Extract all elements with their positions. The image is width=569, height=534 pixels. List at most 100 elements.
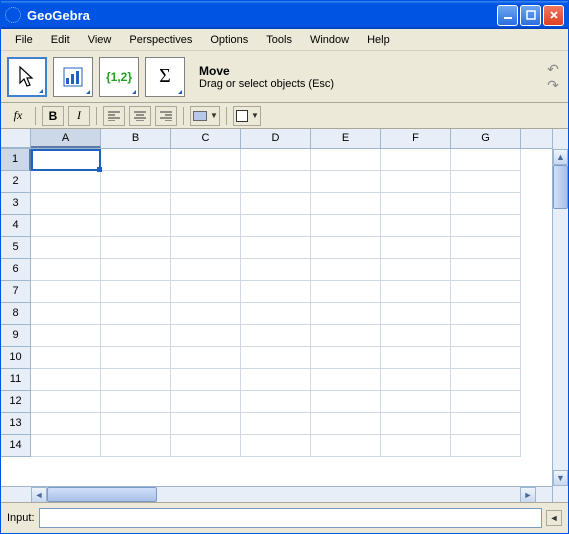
cell-C5[interactable] bbox=[171, 237, 241, 259]
scroll-left-button[interactable]: ◄ bbox=[31, 487, 47, 502]
tool-sum[interactable]: Σ bbox=[145, 57, 185, 97]
redo-button[interactable]: ↷ bbox=[544, 78, 562, 92]
bold-button[interactable]: B bbox=[42, 106, 64, 126]
cell-A12[interactable] bbox=[31, 391, 101, 413]
cell-C2[interactable] bbox=[171, 171, 241, 193]
column-header-e[interactable]: E bbox=[311, 129, 381, 148]
align-right-button[interactable] bbox=[155, 106, 177, 126]
border-button[interactable]: ▼ bbox=[233, 106, 261, 126]
cell-F10[interactable] bbox=[381, 347, 451, 369]
menu-tools[interactable]: Tools bbox=[258, 32, 300, 48]
cell-A7[interactable] bbox=[31, 281, 101, 303]
cell-F5[interactable] bbox=[381, 237, 451, 259]
cell-D3[interactable] bbox=[241, 193, 311, 215]
row-header-8[interactable]: 8 bbox=[1, 303, 31, 325]
cell-F4[interactable] bbox=[381, 215, 451, 237]
maximize-button[interactable] bbox=[520, 5, 541, 26]
column-header-g[interactable]: G bbox=[451, 129, 521, 148]
align-center-button[interactable] bbox=[129, 106, 151, 126]
cell-G7[interactable] bbox=[451, 281, 521, 303]
cell-D1[interactable] bbox=[241, 149, 311, 171]
cell-A3[interactable] bbox=[31, 193, 101, 215]
cell-C9[interactable] bbox=[171, 325, 241, 347]
cell-G5[interactable] bbox=[451, 237, 521, 259]
cell-D7[interactable] bbox=[241, 281, 311, 303]
cell-A6[interactable] bbox=[31, 259, 101, 281]
cell-E12[interactable] bbox=[311, 391, 381, 413]
cell-D13[interactable] bbox=[241, 413, 311, 435]
cell-G4[interactable] bbox=[451, 215, 521, 237]
cell-E1[interactable] bbox=[311, 149, 381, 171]
cell-F12[interactable] bbox=[381, 391, 451, 413]
cell-A11[interactable] bbox=[31, 369, 101, 391]
cell-G14[interactable] bbox=[451, 435, 521, 457]
cell-C12[interactable] bbox=[171, 391, 241, 413]
cell-B2[interactable] bbox=[101, 171, 171, 193]
cell-C3[interactable] bbox=[171, 193, 241, 215]
cell-F3[interactable] bbox=[381, 193, 451, 215]
cell-G13[interactable] bbox=[451, 413, 521, 435]
cell-A13[interactable] bbox=[31, 413, 101, 435]
cell-B8[interactable] bbox=[101, 303, 171, 325]
cell-B9[interactable] bbox=[101, 325, 171, 347]
cell-D12[interactable] bbox=[241, 391, 311, 413]
cell-A14[interactable] bbox=[31, 435, 101, 457]
tool-chart[interactable] bbox=[53, 57, 93, 97]
cell-B5[interactable] bbox=[101, 237, 171, 259]
scroll-up-button[interactable]: ▲ bbox=[553, 149, 568, 165]
row-header-12[interactable]: 12 bbox=[1, 391, 31, 413]
row-header-14[interactable]: 14 bbox=[1, 435, 31, 457]
cell-G10[interactable] bbox=[451, 347, 521, 369]
cell-B13[interactable] bbox=[101, 413, 171, 435]
fill-color-button[interactable]: ▼ bbox=[190, 106, 220, 126]
input-history-button[interactable]: ◄ bbox=[546, 510, 562, 526]
menu-perspectives[interactable]: Perspectives bbox=[121, 32, 200, 48]
cell-E7[interactable] bbox=[311, 281, 381, 303]
column-header-d[interactable]: D bbox=[241, 129, 311, 148]
menu-view[interactable]: View bbox=[80, 32, 120, 48]
cell-B14[interactable] bbox=[101, 435, 171, 457]
minimize-button[interactable] bbox=[497, 5, 518, 26]
close-button[interactable] bbox=[543, 5, 564, 26]
scroll-right-button[interactable]: ► bbox=[520, 487, 536, 502]
vertical-scroll-track[interactable] bbox=[553, 165, 568, 470]
row-header-5[interactable]: 5 bbox=[1, 237, 31, 259]
cell-E9[interactable] bbox=[311, 325, 381, 347]
cell-F6[interactable] bbox=[381, 259, 451, 281]
cell-F13[interactable] bbox=[381, 413, 451, 435]
cell-D5[interactable] bbox=[241, 237, 311, 259]
row-header-7[interactable]: 7 bbox=[1, 281, 31, 303]
cell-G8[interactable] bbox=[451, 303, 521, 325]
column-header-c[interactable]: C bbox=[171, 129, 241, 148]
cell-E3[interactable] bbox=[311, 193, 381, 215]
cell-D11[interactable] bbox=[241, 369, 311, 391]
cell-F7[interactable] bbox=[381, 281, 451, 303]
cell-D6[interactable] bbox=[241, 259, 311, 281]
cell-F1[interactable] bbox=[381, 149, 451, 171]
cell-C10[interactable] bbox=[171, 347, 241, 369]
cell-D9[interactable] bbox=[241, 325, 311, 347]
cell-C1[interactable] bbox=[171, 149, 241, 171]
menu-file[interactable]: File bbox=[7, 32, 41, 48]
horizontal-scroll-track[interactable] bbox=[47, 487, 520, 502]
cell-A1[interactable] bbox=[31, 149, 101, 171]
cell-C4[interactable] bbox=[171, 215, 241, 237]
cell-A10[interactable] bbox=[31, 347, 101, 369]
menu-help[interactable]: Help bbox=[359, 32, 398, 48]
cell-G1[interactable] bbox=[451, 149, 521, 171]
cell-B10[interactable] bbox=[101, 347, 171, 369]
column-header-a[interactable]: A bbox=[31, 129, 101, 148]
input-field[interactable] bbox=[39, 508, 542, 528]
cell-E4[interactable] bbox=[311, 215, 381, 237]
row-header-3[interactable]: 3 bbox=[1, 193, 31, 215]
cell-G2[interactable] bbox=[451, 171, 521, 193]
cell-F11[interactable] bbox=[381, 369, 451, 391]
undo-button[interactable]: ↶ bbox=[544, 62, 562, 76]
cell-C11[interactable] bbox=[171, 369, 241, 391]
column-header-b[interactable]: B bbox=[101, 129, 171, 148]
cell-E5[interactable] bbox=[311, 237, 381, 259]
select-all-corner[interactable] bbox=[1, 129, 31, 148]
cell-F8[interactable] bbox=[381, 303, 451, 325]
menu-options[interactable]: Options bbox=[202, 32, 256, 48]
cell-D14[interactable] bbox=[241, 435, 311, 457]
